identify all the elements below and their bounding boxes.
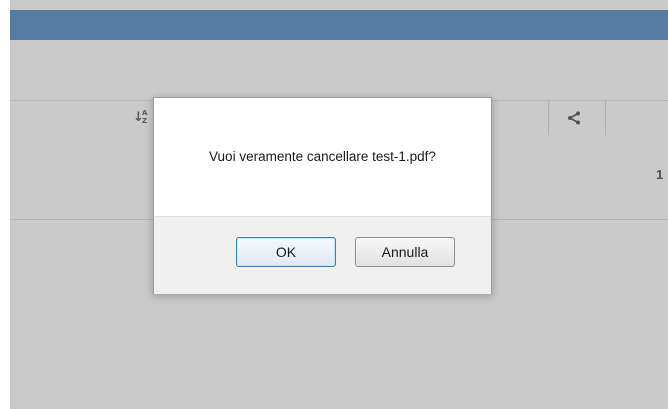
- dialog-footer: OK Annulla: [154, 216, 491, 294]
- confirm-delete-dialog: Vuoi veramente cancellare test-1.pdf? OK…: [153, 97, 492, 294]
- cancel-button[interactable]: Annulla: [355, 237, 455, 267]
- ok-button[interactable]: OK: [236, 237, 336, 267]
- page-margin: [0, 0, 10, 409]
- dialog-body: Vuoi veramente cancellare test-1.pdf?: [154, 98, 491, 216]
- dialog-message: Vuoi veramente cancellare test-1.pdf?: [209, 149, 436, 164]
